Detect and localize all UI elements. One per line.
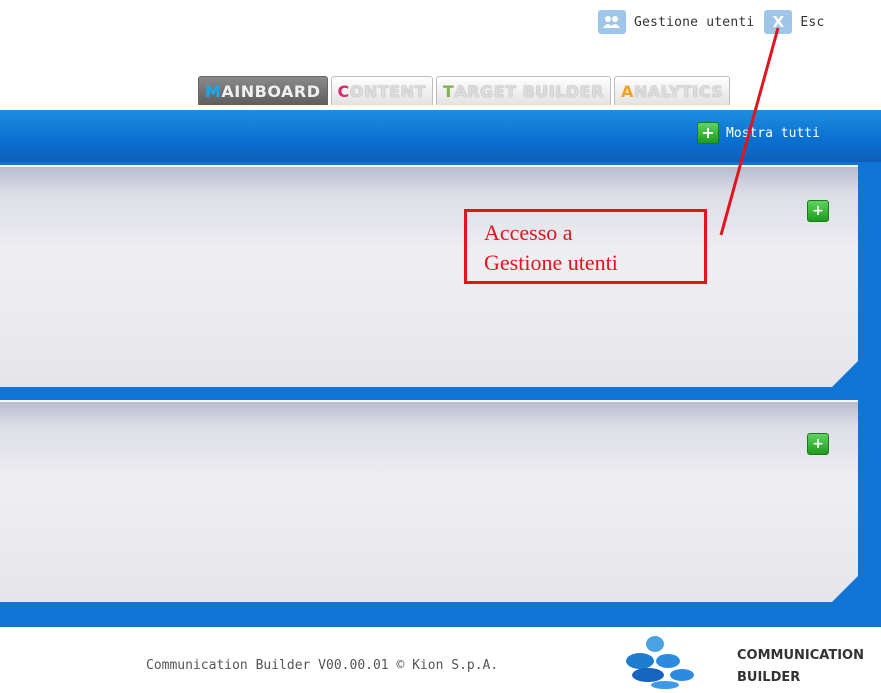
communication-builder-logo-icon <box>626 636 694 689</box>
annotation-arrow-line <box>719 27 780 236</box>
footer: Communication Builder V00.00.01 © Kion S… <box>0 636 881 693</box>
logo-line-1: COMMUNICATION <box>737 648 864 663</box>
copyright-text: Communication Builder V00.00.01 © Kion S… <box>146 658 499 673</box>
logo-text: COMMUNICATION BUILDER <box>737 645 864 689</box>
logo-line-2: BUILDER <box>737 670 801 685</box>
